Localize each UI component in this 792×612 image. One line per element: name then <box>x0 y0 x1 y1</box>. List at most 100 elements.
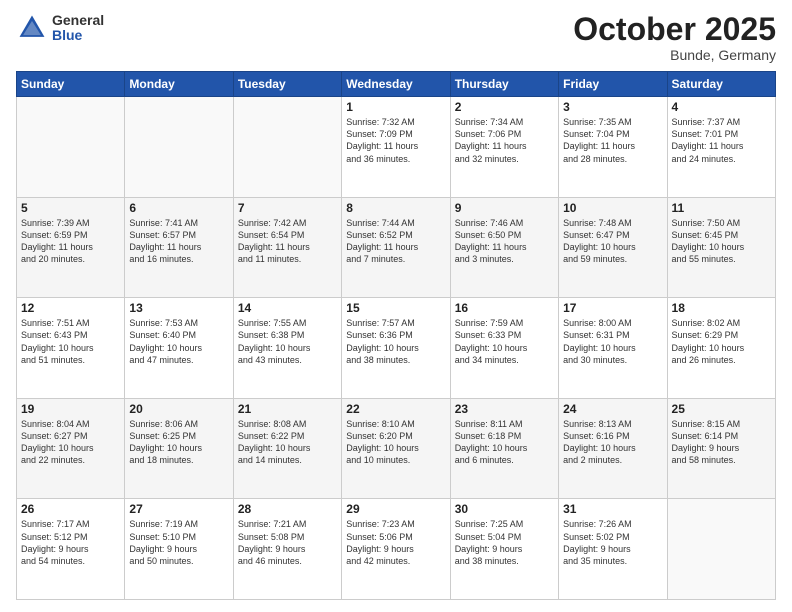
table-row: 14Sunrise: 7:55 AM Sunset: 6:38 PM Dayli… <box>233 298 341 399</box>
col-thursday: Thursday <box>450 72 558 97</box>
calendar-header-row: Sunday Monday Tuesday Wednesday Thursday… <box>17 72 776 97</box>
col-monday: Monday <box>125 72 233 97</box>
day-number: 18 <box>672 301 771 315</box>
table-row: 19 Sunrise: 8:04 AM Sunset: 6:27 PM Dayli… <box>17 398 125 499</box>
table-row: 10Sunrise: 7:48 AM Sunset: 6:47 PM Dayli… <box>559 197 667 298</box>
table-row: 4 Sunrise: 7:37 AM Sunset: 7:01 PM Daylig… <box>667 97 775 198</box>
table-row: 24 Sunrise: 8:13 AM Sunset: 6:16 PM Dayli… <box>559 398 667 499</box>
logo-text: General Blue <box>52 13 104 44</box>
table-row: 17 Sunrise: 8:00 AM Sunset: 6:31 PM Dayli… <box>559 298 667 399</box>
day-info: Sunrise: 8:15 AM Sunset: 6:14 PM Dayligh… <box>672 418 771 467</box>
day-info: Sunrise: 7:59 AM Sunset: 6:33 PM Dayligh… <box>455 317 554 366</box>
table-row: 23 Sunrise: 8:11 AM Sunset: 6:18 PM Dayli… <box>450 398 558 499</box>
day-info: Sunrise: 7:23 AM Sunset: 5:06 PM Dayligh… <box>346 518 445 567</box>
day-info: Sunrise: 8:02 AM Sunset: 6:29 PM Dayligh… <box>672 317 771 366</box>
col-saturday: Saturday <box>667 72 775 97</box>
table-row: 18 Sunrise: 8:02 AM Sunset: 6:29 PM Dayli… <box>667 298 775 399</box>
day-number: 5 <box>21 201 120 215</box>
day-number: 7 <box>238 201 337 215</box>
day-info: Sunrise: 7:50 AM Sunset: 6:45 PM Dayligh… <box>672 217 771 266</box>
day-info: Sunrise: 7:53 AM Sunset: 6:40 PM Dayligh… <box>129 317 228 366</box>
table-row: 13 Sunrise: 7:53 AM Sunset: 6:40 PM Dayli… <box>125 298 233 399</box>
day-number: 11 <box>672 201 771 215</box>
logo-blue: Blue <box>52 28 104 43</box>
calendar-week-row: 12Sunrise: 7:51 AM Sunset: 6:43 PM Dayli… <box>17 298 776 399</box>
day-info: Sunrise: 7:55 AM Sunset: 6:38 PM Dayligh… <box>238 317 337 366</box>
table-row: 5 Sunrise: 7:39 AM Sunset: 6:59 PM Daylig… <box>17 197 125 298</box>
day-info: Sunrise: 7:39 AM Sunset: 6:59 PM Dayligh… <box>21 217 120 266</box>
col-friday: Friday <box>559 72 667 97</box>
table-row: 20 Sunrise: 8:06 AM Sunset: 6:25 PM Dayli… <box>125 398 233 499</box>
table-row: 21Sunrise: 8:08 AM Sunset: 6:22 PM Dayli… <box>233 398 341 499</box>
day-info: Sunrise: 7:37 AM Sunset: 7:01 PM Dayligh… <box>672 116 771 165</box>
table-row: 22 Sunrise: 8:10 AM Sunset: 6:20 PM Dayli… <box>342 398 450 499</box>
table-row: 3 Sunrise: 7:35 AM Sunset: 7:04 PM Daylig… <box>559 97 667 198</box>
day-number: 3 <box>563 100 662 114</box>
day-info: Sunrise: 8:10 AM Sunset: 6:20 PM Dayligh… <box>346 418 445 467</box>
day-info: Sunrise: 8:13 AM Sunset: 6:16 PM Dayligh… <box>563 418 662 467</box>
day-number: 1 <box>346 100 445 114</box>
table-row <box>233 97 341 198</box>
day-info: Sunrise: 7:32 AM Sunset: 7:09 PM Dayligh… <box>346 116 445 165</box>
calendar-week-row: 5 Sunrise: 7:39 AM Sunset: 6:59 PM Daylig… <box>17 197 776 298</box>
day-number: 17 <box>563 301 662 315</box>
day-info: Sunrise: 7:25 AM Sunset: 5:04 PM Dayligh… <box>455 518 554 567</box>
day-number: 27 <box>129 502 228 516</box>
day-number: 21 <box>238 402 337 416</box>
calendar-week-row: 26 Sunrise: 7:17 AM Sunset: 5:12 PM Dayli… <box>17 499 776 600</box>
day-number: 4 <box>672 100 771 114</box>
day-number: 12 <box>21 301 120 315</box>
table-row: 25 Sunrise: 8:15 AM Sunset: 6:14 PM Dayli… <box>667 398 775 499</box>
day-number: 9 <box>455 201 554 215</box>
table-row: 26 Sunrise: 7:17 AM Sunset: 5:12 PM Dayli… <box>17 499 125 600</box>
logo: General Blue <box>16 12 104 44</box>
day-number: 10 <box>563 201 662 215</box>
title-block: October 2025 Bunde, Germany <box>573 12 776 63</box>
day-number: 19 <box>21 402 120 416</box>
day-info: Sunrise: 8:04 AM Sunset: 6:27 PM Dayligh… <box>21 418 120 467</box>
day-number: 31 <box>563 502 662 516</box>
day-info: Sunrise: 7:44 AM Sunset: 6:52 PM Dayligh… <box>346 217 445 266</box>
month-title: October 2025 <box>573 12 776 47</box>
day-info: Sunrise: 7:17 AM Sunset: 5:12 PM Dayligh… <box>21 518 120 567</box>
day-number: 22 <box>346 402 445 416</box>
logo-icon <box>16 12 48 44</box>
location: Bunde, Germany <box>573 47 776 63</box>
calendar-table: Sunday Monday Tuesday Wednesday Thursday… <box>16 71 776 600</box>
table-row: 6Sunrise: 7:41 AM Sunset: 6:57 PM Daylig… <box>125 197 233 298</box>
table-row: 2 Sunrise: 7:34 AM Sunset: 7:06 PM Daylig… <box>450 97 558 198</box>
header: General Blue October 2025 Bunde, Germany <box>16 12 776 63</box>
day-number: 24 <box>563 402 662 416</box>
day-number: 26 <box>21 502 120 516</box>
table-row: 8Sunrise: 7:44 AM Sunset: 6:52 PM Daylig… <box>342 197 450 298</box>
day-info: Sunrise: 8:00 AM Sunset: 6:31 PM Dayligh… <box>563 317 662 366</box>
day-number: 20 <box>129 402 228 416</box>
col-sunday: Sunday <box>17 72 125 97</box>
day-number: 2 <box>455 100 554 114</box>
table-row <box>17 97 125 198</box>
day-number: 25 <box>672 402 771 416</box>
logo-general: General <box>52 13 104 28</box>
day-number: 6 <box>129 201 228 215</box>
table-row: 7Sunrise: 7:42 AM Sunset: 6:54 PM Daylig… <box>233 197 341 298</box>
day-info: Sunrise: 7:57 AM Sunset: 6:36 PM Dayligh… <box>346 317 445 366</box>
calendar-week-row: 1 Sunrise: 7:32 AM Sunset: 7:09 PM Daylig… <box>17 97 776 198</box>
col-wednesday: Wednesday <box>342 72 450 97</box>
day-info: Sunrise: 8:06 AM Sunset: 6:25 PM Dayligh… <box>129 418 228 467</box>
day-number: 13 <box>129 301 228 315</box>
table-row <box>125 97 233 198</box>
table-row: 11 Sunrise: 7:50 AM Sunset: 6:45 PM Dayli… <box>667 197 775 298</box>
table-row: 12Sunrise: 7:51 AM Sunset: 6:43 PM Dayli… <box>17 298 125 399</box>
day-info: Sunrise: 7:26 AM Sunset: 5:02 PM Dayligh… <box>563 518 662 567</box>
table-row: 31 Sunrise: 7:26 AM Sunset: 5:02 PM Dayli… <box>559 499 667 600</box>
col-tuesday: Tuesday <box>233 72 341 97</box>
day-info: Sunrise: 7:34 AM Sunset: 7:06 PM Dayligh… <box>455 116 554 165</box>
day-number: 29 <box>346 502 445 516</box>
page: General Blue October 2025 Bunde, Germany… <box>0 0 792 612</box>
day-info: Sunrise: 8:11 AM Sunset: 6:18 PM Dayligh… <box>455 418 554 467</box>
table-row: 30Sunrise: 7:25 AM Sunset: 5:04 PM Dayli… <box>450 499 558 600</box>
day-info: Sunrise: 7:35 AM Sunset: 7:04 PM Dayligh… <box>563 116 662 165</box>
day-number: 15 <box>346 301 445 315</box>
table-row: 16Sunrise: 7:59 AM Sunset: 6:33 PM Dayli… <box>450 298 558 399</box>
day-number: 23 <box>455 402 554 416</box>
